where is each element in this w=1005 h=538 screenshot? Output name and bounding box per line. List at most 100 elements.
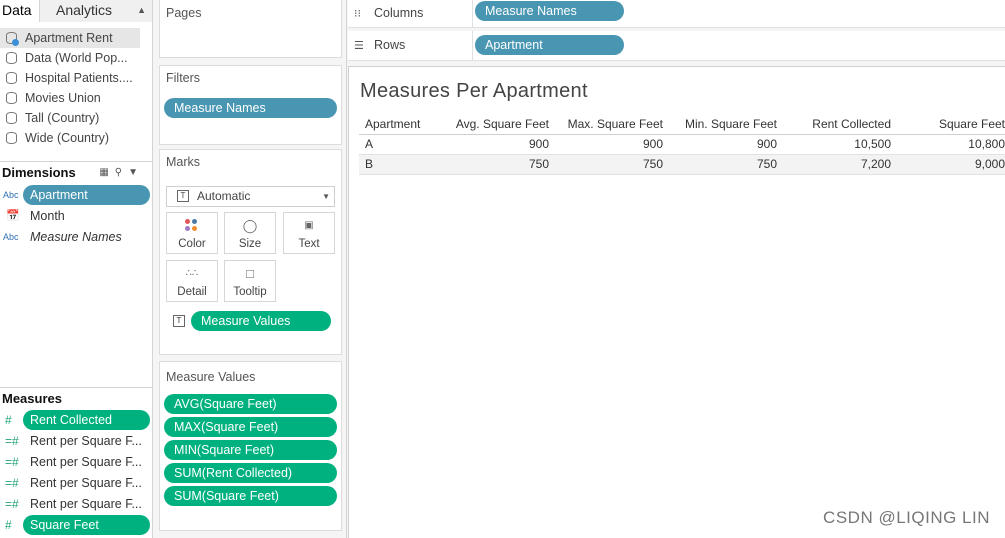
view-canvas[interactable]: Measures Per Apartment Apartment Avg. Sq… [348, 66, 1005, 538]
data-source-item[interactable]: Data (World Pop... [0, 48, 152, 68]
table-cell[interactable]: 900 [663, 134, 777, 155]
chevron-down-icon[interactable]: ▼ [128, 167, 144, 178]
dimension-label: Month [30, 209, 65, 223]
pages-card[interactable]: Pages [159, 0, 342, 58]
table-cell[interactable]: 750 [549, 154, 663, 175]
number-type-icon: # [5, 413, 12, 427]
tab-data[interactable]: Data [0, 0, 40, 22]
measure-label: Rent per Square F... [30, 476, 142, 490]
table-cell[interactable]: 10,800 [891, 134, 1005, 155]
text-button[interactable]: ▣ Text [283, 212, 335, 254]
data-source-label: Apartment Rent [25, 31, 113, 45]
measure-field[interactable]: =# Rent per Square F... [0, 431, 152, 452]
measure-values-title: Measure Values [166, 370, 256, 384]
dimensions-title: Dimensions [2, 165, 76, 180]
text-mark-icon: T [173, 315, 185, 327]
column-header[interactable]: Apartment [359, 114, 438, 135]
database-icon [6, 132, 17, 144]
row-header[interactable]: B [359, 154, 438, 175]
columns-shelf-label: ⁝⁝ Columns [348, 0, 473, 28]
data-source-item[interactable]: Movies Union [0, 88, 152, 108]
table-header-row: Apartment Avg. Square Feet Max. Square F… [359, 114, 1005, 135]
column-header[interactable]: Avg. Square Feet [438, 114, 549, 135]
dimensions-tools: ▦⚲▼ [99, 162, 144, 184]
data-source-label: Tall (Country) [25, 111, 100, 125]
dimensions-header: Dimensions ▦⚲▼ [0, 161, 152, 183]
grid-view-icon[interactable]: ▦ [99, 167, 114, 178]
color-button-label: Color [178, 238, 206, 250]
pages-title: Pages [166, 6, 202, 20]
calculated-number-icon: =# [5, 434, 19, 448]
dimension-field[interactable]: Abc Measure Names [0, 227, 152, 248]
rows-label: Rows [374, 38, 406, 52]
marks-pill[interactable]: Measure Values [191, 311, 331, 331]
table-cell[interactable]: 750 [438, 154, 549, 175]
table-cell[interactable]: 7,200 [777, 154, 891, 175]
rows-pill[interactable]: Apartment [475, 35, 624, 55]
columns-shelf[interactable]: ⁝⁝ Columns Measure Names [348, 0, 1005, 28]
table-row: B 750 750 750 7,200 9,000 [359, 154, 1005, 175]
measure-field[interactable]: # Rent Collected [0, 410, 152, 431]
measure-value-pill[interactable]: MIN(Square Feet) [164, 440, 337, 460]
text-button-label: Text [298, 238, 320, 250]
database-icon [6, 112, 17, 124]
database-icon [6, 32, 19, 46]
measure-field[interactable]: =# Rent per Square F... [0, 473, 152, 494]
calculated-number-icon: =# [5, 455, 19, 469]
color-button[interactable]: Color [166, 212, 218, 254]
database-icon [6, 52, 17, 64]
mark-type-dropdown[interactable]: T Automatic ▼ [166, 186, 335, 207]
measures-list: # Rent Collected =# Rent per Square F...… [0, 410, 152, 536]
measure-field[interactable]: # Square Feet [0, 515, 152, 536]
measure-field[interactable]: =# Rent per Square F... [0, 494, 152, 515]
text-mark-icon: T [177, 190, 189, 202]
size-button[interactable]: ◯ Size [224, 212, 276, 254]
dimensions-list: Abc Apartment 📅 Month Abc Measure Names [0, 185, 152, 248]
dimension-field[interactable]: 📅 Month [0, 206, 152, 227]
columns-pill[interactable]: Measure Names [475, 1, 624, 21]
data-pane: Data Analytics ▲ Apartment Rent Data (Wo… [0, 0, 153, 538]
data-source-item[interactable]: Tall (Country) [0, 108, 152, 128]
filter-pill[interactable]: Measure Names [164, 98, 337, 118]
filters-card[interactable]: Filters Measure Names [159, 65, 342, 145]
row-header[interactable]: A [359, 134, 438, 155]
measure-field[interactable]: =# Rent per Square F... [0, 452, 152, 473]
column-header[interactable]: Max. Square Feet [549, 114, 663, 135]
table-cell[interactable]: 9,000 [891, 154, 1005, 175]
mark-type-value: Automatic [197, 189, 251, 203]
data-source-item[interactable]: Hospital Patients.... [0, 68, 152, 88]
data-source-label: Hospital Patients.... [25, 71, 133, 85]
marks-card: Marks T Automatic ▼ Color ◯ Size ▣ Text … [159, 149, 342, 355]
string-type-icon: Abc [3, 232, 19, 242]
view-title: Measures Per Apartment [360, 80, 588, 102]
tab-menu-icon[interactable]: ▲ [137, 0, 146, 21]
column-header[interactable]: Square Feet [891, 114, 1005, 135]
table-cell[interactable]: 900 [549, 134, 663, 155]
detail-button[interactable]: ∴∴ Detail [166, 260, 218, 302]
column-header[interactable]: Min. Square Feet [663, 114, 777, 135]
speech-bubble-icon: □ [246, 266, 254, 281]
search-icon[interactable]: ⚲ [115, 167, 128, 178]
measure-value-pill[interactable]: SUM(Rent Collected) [164, 463, 337, 483]
measure-value-pill[interactable]: MAX(Square Feet) [164, 417, 337, 437]
measure-value-pill[interactable]: SUM(Square Feet) [164, 486, 337, 506]
dimension-field[interactable]: Abc Apartment [0, 185, 152, 206]
tab-analytics-label: Analytics [56, 2, 113, 18]
data-source-item[interactable]: Apartment Rent [0, 28, 140, 48]
database-icon [6, 92, 17, 104]
tab-analytics[interactable]: Analytics ▲ [40, 0, 152, 22]
rows-shelf[interactable]: ☰ Rows Apartment [348, 31, 1005, 61]
dimension-pill[interactable]: Apartment [23, 185, 150, 205]
table-cell[interactable]: 750 [663, 154, 777, 175]
columns-label: Columns [374, 6, 424, 20]
tooltip-button[interactable]: □ Tooltip [224, 260, 276, 302]
measure-value-pill[interactable]: AVG(Square Feet) [164, 394, 337, 414]
chevron-down-icon: ▼ [322, 192, 330, 201]
data-source-item[interactable]: Wide (Country) [0, 128, 152, 148]
table-cell[interactable]: 900 [438, 134, 549, 155]
table-cell[interactable]: 10,500 [777, 134, 891, 155]
measure-pill[interactable]: Rent Collected [23, 410, 150, 430]
measure-pill[interactable]: Square Feet [23, 515, 150, 535]
column-header[interactable]: Rent Collected [777, 114, 891, 135]
data-pane-tabs: Data Analytics ▲ [0, 0, 152, 22]
